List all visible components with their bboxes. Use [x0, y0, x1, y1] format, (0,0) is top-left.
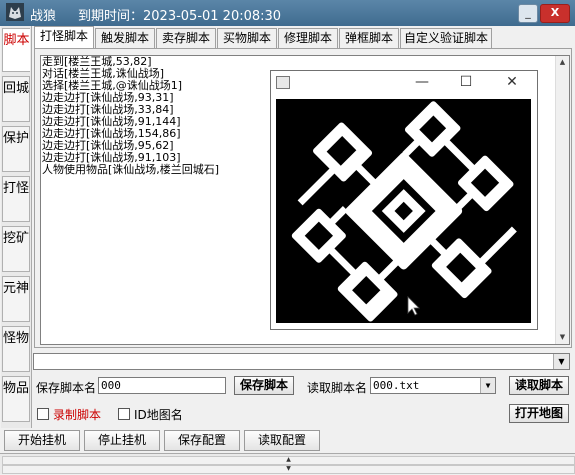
save-script-button[interactable]: 保存脚本: [234, 376, 294, 395]
read-config-button[interactable]: 读取配置: [244, 430, 320, 451]
side-nav-monster[interactable]: 怪物: [2, 326, 30, 372]
side-nav-item[interactable]: 物品: [2, 376, 30, 422]
save-config-button[interactable]: 保存配置: [164, 430, 240, 451]
chevron-down-icon[interactable]: ▼: [553, 354, 569, 369]
map-close-button[interactable]: ✕: [491, 71, 533, 93]
chevron-down-icon[interactable]: ▼: [480, 378, 495, 393]
status-bar: ▲ ▼: [0, 453, 575, 474]
id-map-name-checkbox[interactable]: [118, 408, 130, 420]
minimize-icon: _: [525, 6, 531, 19]
record-script-label: 录制脚本: [53, 408, 102, 422]
scroll-down-icon[interactable]: ▼: [556, 331, 569, 344]
start-hangup-button[interactable]: 开始挂机: [4, 430, 80, 451]
wolf-logo-icon: [6, 3, 24, 21]
side-nav: 脚本 回城 保护 打怪 挖矿 元神 怪物 物品: [1, 26, 32, 428]
read-script-button[interactable]: 读取脚本: [509, 376, 569, 395]
side-nav-mining[interactable]: 挖矿: [2, 226, 30, 272]
tab-buy-script[interactable]: 买物脚本: [217, 28, 277, 48]
app-name: 战狼: [30, 9, 57, 24]
tab-fight-script[interactable]: 打怪脚本: [34, 26, 94, 48]
side-nav-script[interactable]: 脚本: [2, 28, 30, 72]
dungeon-map-graphic: [291, 101, 517, 322]
editor-scrollbar[interactable]: ▲ ▼: [555, 56, 569, 344]
tab-sell-store-script[interactable]: 卖存脚本: [156, 28, 216, 48]
save-script-name-input[interactable]: 000: [98, 377, 226, 394]
close-icon: X: [550, 6, 560, 19]
side-nav-protect[interactable]: 保护: [2, 126, 30, 172]
record-script-checkbox[interactable]: [37, 408, 49, 420]
map-window-icon: [276, 76, 290, 89]
splitter-up[interactable]: ▲: [2, 456, 575, 465]
minimize-button[interactable]: _: [518, 4, 538, 23]
id-map-name-label: ID地图名: [134, 408, 183, 422]
side-nav-return-city[interactable]: 回城: [2, 76, 30, 122]
open-map-button[interactable]: 打开地图: [509, 404, 569, 423]
close-button[interactable]: X: [540, 4, 570, 23]
read-script-name-value: 000.txt: [373, 379, 420, 392]
map-window: — ☐ ✕: [270, 70, 538, 330]
scroll-up-icon[interactable]: ▲: [556, 56, 569, 69]
command-combobox[interactable]: ▼: [33, 353, 570, 370]
map-canvas[interactable]: [276, 99, 531, 323]
save-script-name-label: 保存脚本名: [36, 381, 97, 395]
tab-trigger-script[interactable]: 触发脚本: [95, 28, 155, 48]
title-bar: 战狼 到期时间：2023-05-01 20:08:30 _ X: [0, 0, 575, 26]
map-maximize-button[interactable]: ☐: [445, 71, 487, 93]
side-nav-fight[interactable]: 打怪: [2, 176, 30, 222]
side-nav-spirit[interactable]: 元神: [2, 276, 30, 322]
map-minimize-button[interactable]: —: [401, 71, 443, 93]
mouse-cursor-icon: [407, 296, 420, 316]
tab-popup-script[interactable]: 弹框脚本: [339, 28, 399, 48]
read-script-name-select[interactable]: 000.txt ▼: [370, 377, 496, 394]
bottom-toolbar: 开始挂机 停止挂机 保存配置 读取配置: [0, 428, 575, 452]
expire-time: 到期时间：2023-05-01 20:08:30: [78, 9, 282, 24]
tab-repair-script[interactable]: 修理脚本: [278, 28, 338, 48]
tab-custom-verify-script[interactable]: 自定义验证脚本: [400, 28, 492, 48]
read-script-name-label: 读取脚本名: [307, 381, 368, 395]
splitter-down[interactable]: ▼: [2, 465, 575, 474]
stop-hangup-button[interactable]: 停止挂机: [84, 430, 160, 451]
